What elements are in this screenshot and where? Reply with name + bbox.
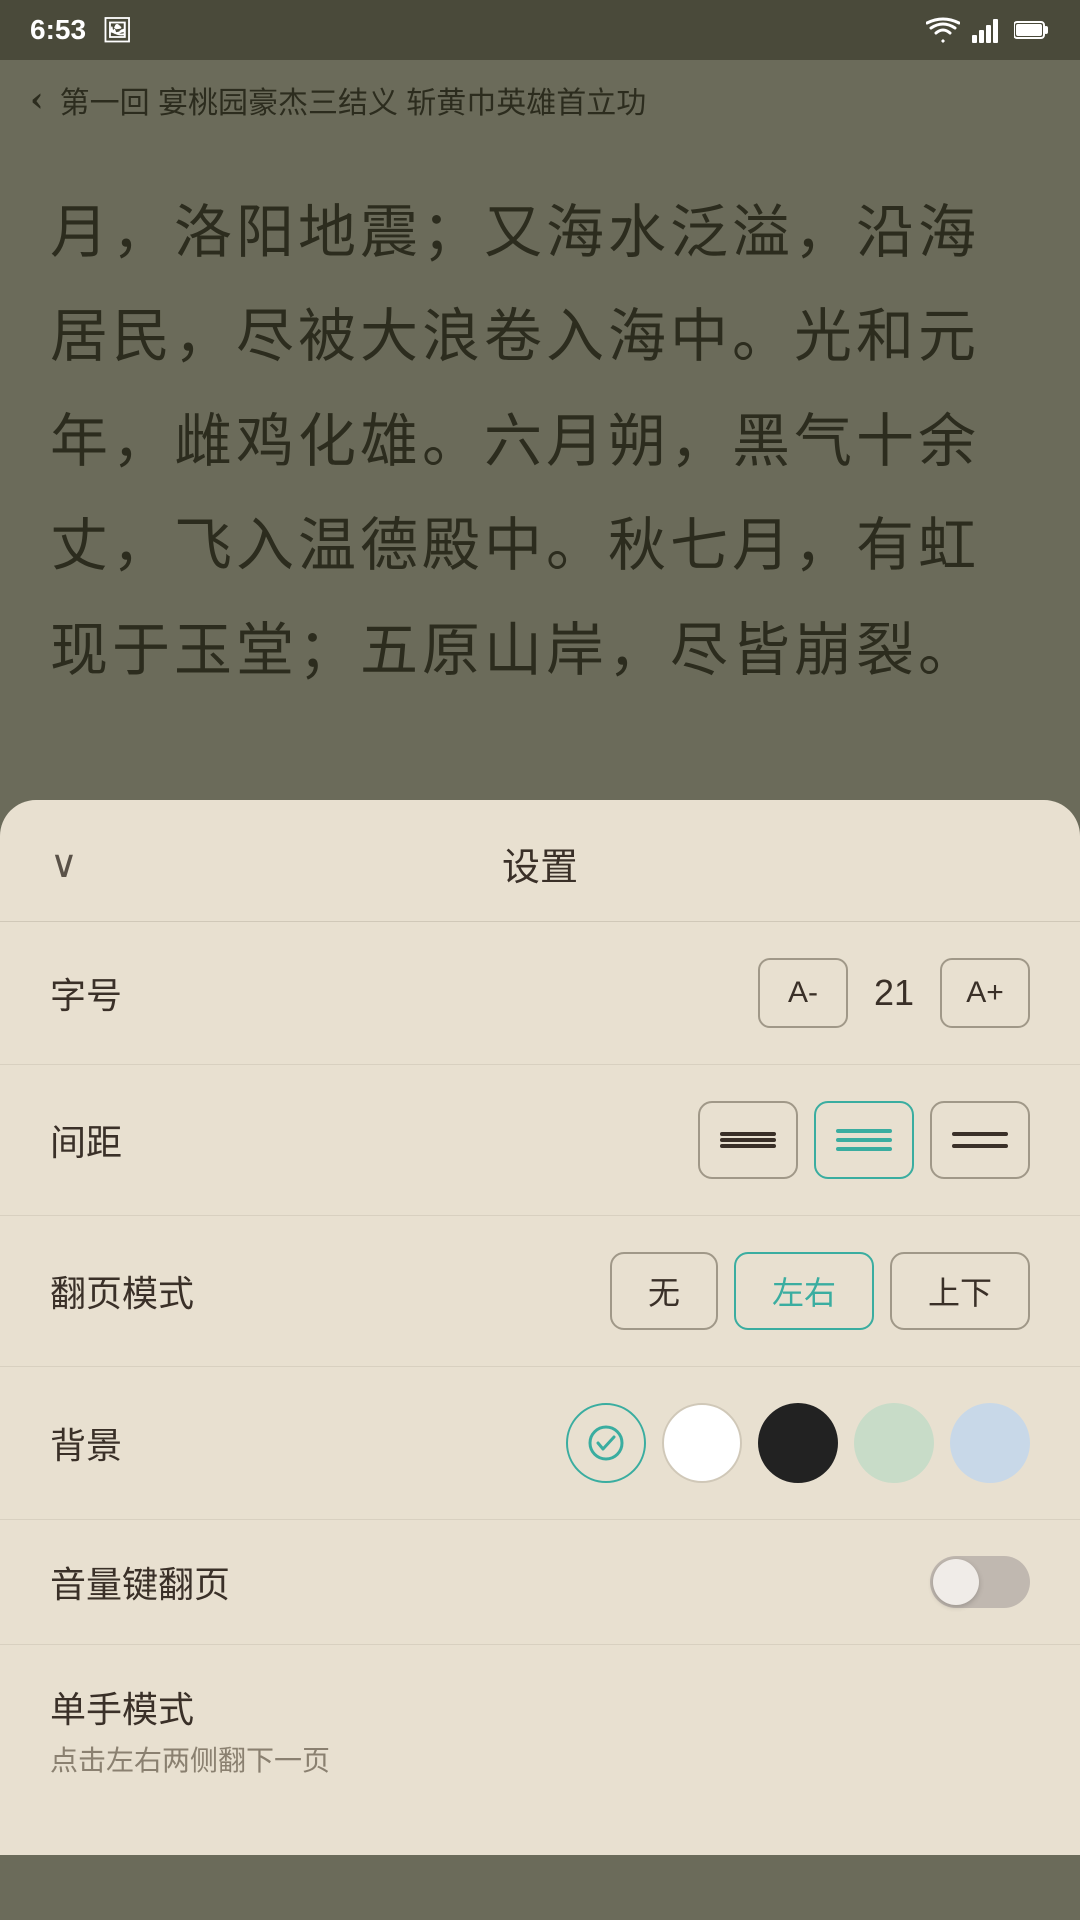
background-controls <box>566 1403 1030 1483</box>
page-mode-lr-button[interactable]: 左右 <box>734 1252 874 1330</box>
font-size-label: 字号 <box>50 967 122 1019</box>
spacing-wide-button[interactable] <box>930 1101 1030 1179</box>
background-row: 背景 <box>0 1367 1080 1520</box>
bg-green-button[interactable] <box>854 1403 934 1483</box>
toggle-knob <box>933 1559 979 1605</box>
single-hand-label: 单手模式 <box>50 1681 330 1733</box>
image-icon: 🖼 <box>102 16 132 45</box>
settings-title: 设置 <box>502 836 578 891</box>
reading-text: 月，洛阳地震；又海水泛溢，沿海居民，尽被大浪卷入海中。光和元年，雌鸡化雄。六月朔… <box>50 198 980 684</box>
single-hand-sublabel: 点击左右两侧翻下一页 <box>50 1739 330 1779</box>
spacing-tight-icon <box>720 1130 776 1150</box>
font-size-value: 21 <box>864 972 924 1014</box>
single-hand-row: 单手模式 点击左右两侧翻下一页 <box>0 1645 1080 1815</box>
page-mode-ud-button[interactable]: 上下 <box>890 1252 1030 1330</box>
spacing-tight-button[interactable] <box>698 1101 798 1179</box>
page-mode-none-button[interactable]: 无 <box>610 1252 718 1330</box>
spacing-controls <box>698 1101 1030 1179</box>
font-size-row: 字号 A- 21 A+ <box>0 922 1080 1065</box>
nav-title: 第一回 宴桃园豪杰三结义 斩黄巾英雄首立功 <box>60 78 647 122</box>
reading-content: 月，洛阳地震；又海水泛溢，沿海居民，尽被大浪卷入海中。光和元年，雌鸡化雄。六月朔… <box>0 140 1080 800</box>
font-size-controls: A- 21 A+ <box>758 958 1030 1028</box>
nav-bar: ‹ 第一回 宴桃园豪杰三结义 斩黄巾英雄首立功 <box>0 60 1080 140</box>
bg-blue-button[interactable] <box>950 1403 1030 1483</box>
settings-panel: ∨ 设置 字号 A- 21 A+ 间距 <box>0 800 1080 1855</box>
wifi-icon <box>926 17 960 43</box>
spacing-medium-button[interactable] <box>814 1101 914 1179</box>
status-right <box>926 17 1050 43</box>
font-increase-button[interactable]: A+ <box>940 958 1030 1028</box>
back-icon[interactable]: ‹ <box>30 80 44 120</box>
page-mode-row: 翻页模式 无 左右 上下 <box>0 1216 1080 1367</box>
volume-flip-row: 音量键翻页 <box>0 1520 1080 1645</box>
battery-icon <box>1014 19 1050 41</box>
status-time: 6:53 <box>30 14 86 46</box>
status-left: 6:53 🖼 <box>30 14 133 46</box>
bg-white-button[interactable] <box>662 1403 742 1483</box>
spacing-wide-icon <box>952 1124 1008 1156</box>
page-mode-label: 翻页模式 <box>50 1265 194 1317</box>
single-hand-label-group: 单手模式 点击左右两侧翻下一页 <box>50 1681 330 1779</box>
volume-flip-label: 音量键翻页 <box>50 1556 230 1608</box>
font-decrease-button[interactable]: A- <box>758 958 848 1028</box>
checkmark-icon <box>588 1425 624 1461</box>
spacing-row: 间距 <box>0 1065 1080 1216</box>
spacing-medium-icon <box>836 1124 892 1156</box>
status-bar: 6:53 🖼 <box>0 0 1080 60</box>
bg-black-button[interactable] <box>758 1403 838 1483</box>
bg-tan-button[interactable] <box>566 1403 646 1483</box>
signal-icon <box>972 17 1002 43</box>
spacing-label: 间距 <box>50 1114 122 1166</box>
page-mode-controls: 无 左右 上下 <box>610 1252 1030 1330</box>
volume-flip-toggle[interactable] <box>930 1556 1030 1608</box>
settings-header: ∨ 设置 <box>0 800 1080 922</box>
settings-close-chevron[interactable]: ∨ <box>50 842 78 886</box>
background-label: 背景 <box>50 1417 122 1469</box>
